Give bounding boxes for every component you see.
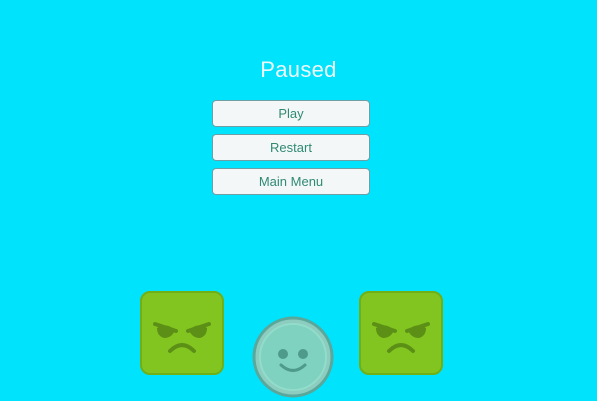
pause-title: Paused bbox=[260, 57, 337, 82]
angry-block-enemy-left bbox=[140, 291, 224, 375]
player-ball bbox=[252, 316, 334, 398]
play-button[interactable]: Play bbox=[212, 100, 370, 127]
restart-button[interactable]: Restart bbox=[212, 134, 370, 161]
main-menu-button[interactable]: Main Menu bbox=[212, 168, 370, 195]
game-stage: Paused Play Restart Main Menu bbox=[0, 0, 597, 401]
angry-block-enemy-right bbox=[359, 291, 443, 375]
